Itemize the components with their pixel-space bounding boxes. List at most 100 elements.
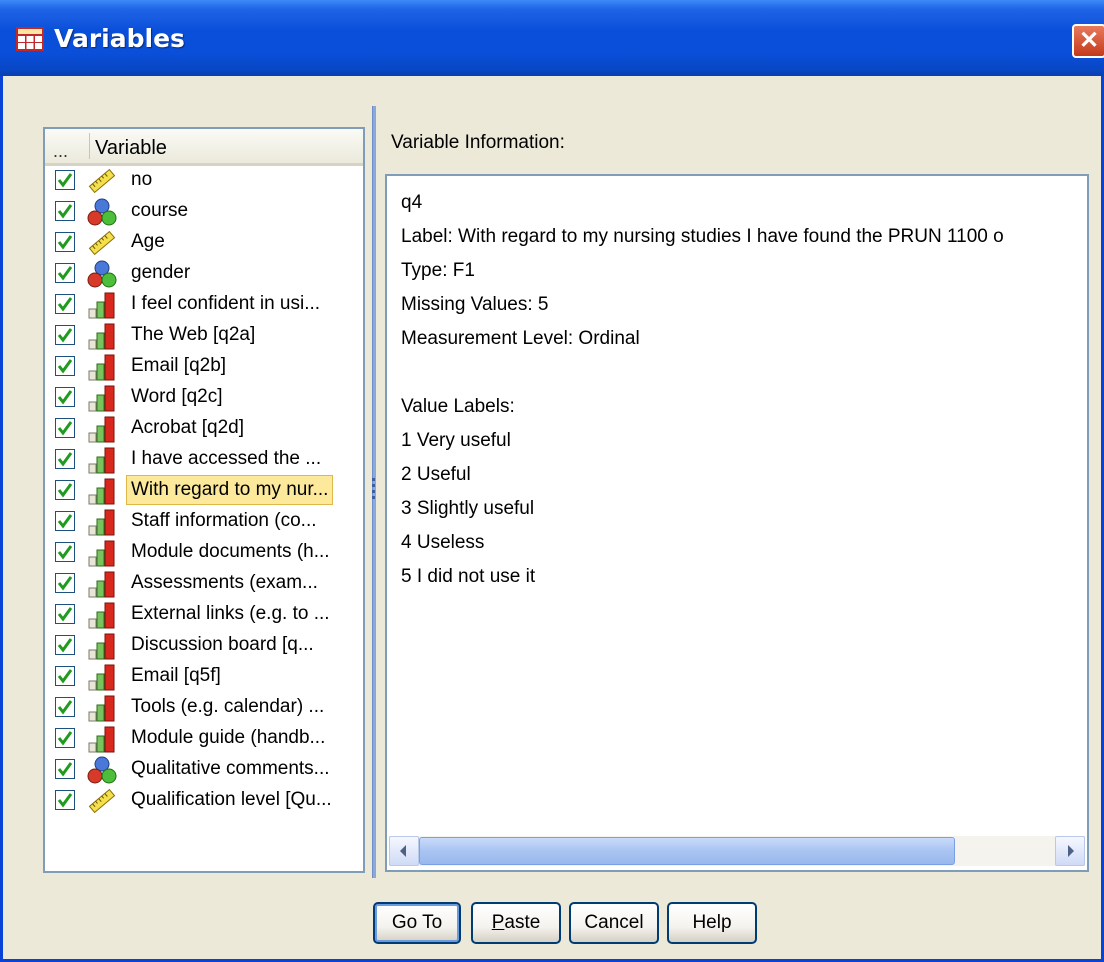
close-button[interactable]: ✕ (1072, 24, 1104, 58)
ordinal-bars-icon (87, 663, 117, 691)
include-checkbox[interactable] (55, 387, 75, 407)
variable-row[interactable]: gender (45, 258, 363, 289)
variable-label: Word [q2c] (131, 386, 223, 407)
variable-row[interactable]: Assessments (exam... (45, 568, 363, 599)
ruler-icon (87, 167, 117, 195)
variable-row[interactable]: Acrobat [q2d] (45, 413, 363, 444)
scroll-left-button[interactable] (389, 836, 419, 866)
ordinal-bars-icon (87, 477, 117, 505)
checkmark-icon (57, 793, 73, 808)
variable-row[interactable]: I have accessed the ... (45, 444, 363, 475)
include-checkbox[interactable] (55, 263, 75, 283)
variable-row[interactable]: Email [q2b] (45, 351, 363, 382)
column-header-options[interactable]: ... (53, 141, 68, 162)
include-checkbox[interactable] (55, 728, 75, 748)
horizontal-scrollbar[interactable] (389, 836, 1085, 866)
window-title: Variables (54, 24, 185, 53)
variable-label: gender (131, 262, 191, 283)
include-checkbox[interactable] (55, 418, 75, 438)
include-checkbox[interactable] (55, 666, 75, 686)
variable-row[interactable]: The Web [q2a] (45, 320, 363, 351)
ordinal-bars-icon (87, 725, 117, 753)
variable-row[interactable]: Tools (e.g. calendar) ... (45, 692, 363, 723)
checkmark-icon (57, 328, 73, 343)
ordinal-bars-icon (87, 632, 117, 660)
variable-row[interactable]: Email [q5f] (45, 661, 363, 692)
variable-label: Staff information (co... (131, 510, 317, 531)
include-checkbox[interactable] (55, 480, 75, 500)
variable-label: Assessments (exam... (131, 572, 318, 593)
variable-row[interactable]: With regard to my nur... (45, 475, 363, 506)
checkmark-icon (57, 452, 73, 467)
include-checkbox[interactable] (55, 325, 75, 345)
include-checkbox[interactable] (55, 635, 75, 655)
include-checkbox[interactable] (55, 201, 75, 221)
value-label-item: 1 Very useful (401, 430, 511, 451)
variable-row[interactable]: I feel confident in usi... (45, 289, 363, 320)
checkmark-icon (57, 731, 73, 746)
arrow-right-icon (1068, 845, 1074, 857)
variable-information-heading: Variable Information: (391, 132, 565, 153)
list-header: ... Variable (45, 129, 363, 166)
variable-label: Module guide (handb... (131, 727, 326, 748)
nominal-circles-icon (87, 198, 117, 226)
go-to-button[interactable]: Go To (373, 902, 461, 944)
cancel-button[interactable]: Cancel (569, 902, 659, 944)
variable-row[interactable]: Word [q2c] (45, 382, 363, 413)
nominal-circles-icon (87, 260, 117, 288)
variable-label: Discussion board [q... (131, 634, 314, 655)
splitter-grip-icon[interactable] (370, 470, 377, 510)
checkmark-icon (57, 173, 73, 188)
column-header-variable[interactable]: Variable (95, 137, 167, 160)
include-checkbox[interactable] (55, 542, 75, 562)
arrow-left-icon (400, 845, 406, 857)
ruler-icon (87, 229, 117, 257)
variable-label: I have accessed the ... (131, 448, 322, 469)
variable-row[interactable]: Qualification level [Qu... (45, 785, 363, 816)
ordinal-bars-icon (87, 384, 117, 412)
include-checkbox[interactable] (55, 697, 75, 717)
variable-row[interactable]: External links (e.g. to ... (45, 599, 363, 630)
variable-information-panel[interactable]: q4 Label: With regard to my nursing stud… (385, 174, 1089, 872)
value-label-item: 2 Useful (401, 464, 471, 485)
variable-row[interactable]: course (45, 196, 363, 227)
variable-row[interactable]: Discussion board [q... (45, 630, 363, 661)
variable-row[interactable]: Module documents (h... (45, 537, 363, 568)
variable-label: The Web [q2a] (131, 324, 256, 345)
help-label: Help (692, 912, 732, 933)
include-checkbox[interactable] (55, 790, 75, 810)
paste-button[interactable]: Paste (471, 902, 561, 944)
checkmark-icon (57, 359, 73, 374)
include-checkbox[interactable] (55, 170, 75, 190)
variable-row[interactable]: no (45, 165, 363, 196)
variable-row[interactable]: Staff information (co... (45, 506, 363, 537)
ordinal-bars-icon (87, 291, 117, 319)
include-checkbox[interactable] (55, 449, 75, 469)
scroll-right-button[interactable] (1055, 836, 1085, 866)
value-labels-heading: Value Labels: (401, 396, 515, 417)
variable-row[interactable]: Qualitative comments... (45, 754, 363, 785)
variable-label: With regard to my nur... (126, 475, 334, 505)
include-checkbox[interactable] (55, 759, 75, 779)
variables-dialog: Variables ✕ ... Variable no course Age gend… (0, 0, 1104, 962)
help-button[interactable]: Help (667, 902, 757, 944)
include-checkbox[interactable] (55, 232, 75, 252)
value-label-item: 5 I did not use it (401, 566, 536, 587)
checkmark-icon (57, 390, 73, 405)
include-checkbox[interactable] (55, 294, 75, 314)
include-checkbox[interactable] (55, 511, 75, 531)
include-checkbox[interactable] (55, 573, 75, 593)
variable-row[interactable]: Age (45, 227, 363, 258)
variable-label-line: Label: With regard to my nursing studies… (401, 226, 1004, 247)
title-bar[interactable]: Variables ✕ (0, 0, 1104, 76)
variable-row[interactable]: Module guide (handb... (45, 723, 363, 754)
ordinal-bars-icon (87, 694, 117, 722)
include-checkbox[interactable] (55, 604, 75, 624)
variable-list[interactable]: ... Variable no course Age gender I feel con… (43, 127, 365, 873)
include-checkbox[interactable] (55, 356, 75, 376)
ordinal-bars-icon (87, 508, 117, 536)
ruler-icon (87, 787, 117, 815)
variable-label: Age (131, 231, 165, 252)
scrollbar-thumb[interactable] (419, 837, 955, 865)
variable-label: Qualification level [Qu... (131, 789, 332, 810)
